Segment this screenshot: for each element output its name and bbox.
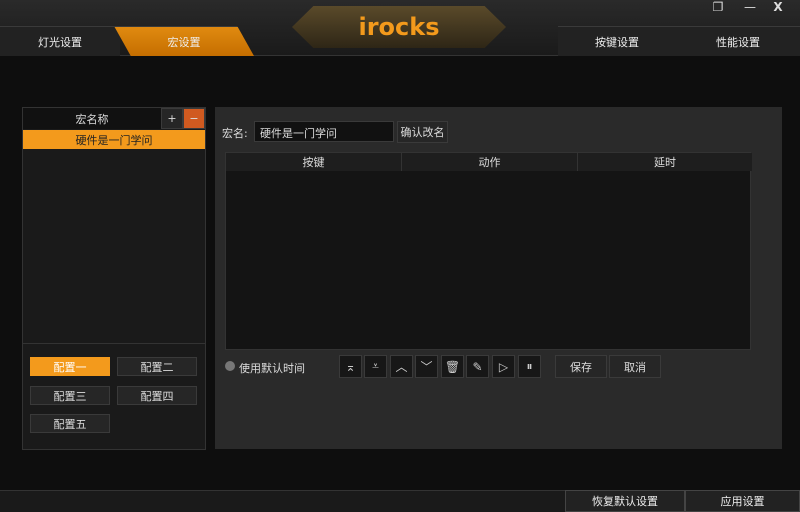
default-time-label: 使用默认时间 [239,362,305,375]
profile-1-button[interactable]: 配置一 [30,357,110,376]
macro-steps-table: 按键 动作 延时 [225,152,752,350]
default-time-radio[interactable] [225,361,235,371]
apply-settings-button[interactable]: 应用设置 [685,490,800,512]
tab-macro[interactable]: 宏设置 [114,26,254,56]
confirm-rename-button[interactable]: 确认改名 [397,121,448,143]
record-play-icon[interactable]: ▷ [492,355,515,378]
move-down-icon[interactable]: ﹀ [415,355,438,378]
move-bottom-icon[interactable]: ⩡ [364,355,387,378]
tab-performance[interactable]: 性能设置 [676,26,800,56]
column-key: 按键 [226,153,402,171]
move-top-icon[interactable]: ⌅ [339,355,362,378]
restore-icon[interactable]: ❐ [704,0,732,16]
profile-2-button[interactable]: 配置二 [117,357,197,376]
minimize-icon[interactable]: — [736,0,764,16]
macro-list-item[interactable]: 硬件是一门学问 [23,130,205,149]
column-delay: 延时 [578,153,752,171]
trash-icon[interactable]: 🗑 [441,355,464,378]
save-button[interactable]: 保存 [555,355,607,378]
profile-5-button[interactable]: 配置五 [30,414,110,433]
move-up-icon[interactable]: ︿ [390,355,413,378]
restore-defaults-button[interactable]: 恢复默认设置 [565,490,685,512]
tab-lighting[interactable]: 灯光设置 [0,26,120,56]
clear-icon[interactable]: ✎ [466,355,489,378]
irocks-logo: irocks [292,6,506,48]
pause-icon[interactable]: ⏸ [518,355,541,378]
add-macro-button[interactable]: + [161,108,183,129]
cancel-button[interactable]: 取消 [609,355,661,378]
profile-4-button[interactable]: 配置四 [117,386,197,405]
macro-name-input[interactable]: 硬件是一门学问 [254,121,394,142]
profile-3-button[interactable]: 配置三 [30,386,110,405]
macro-list-header: 宏名称 [23,108,161,129]
remove-macro-button[interactable]: − [183,108,205,129]
close-icon[interactable]: X [764,0,792,16]
tab-keys[interactable]: 按键设置 [558,26,676,56]
macro-name-label: 宏名: [222,127,248,140]
column-action: 动作 [402,153,578,171]
divider [23,343,205,344]
